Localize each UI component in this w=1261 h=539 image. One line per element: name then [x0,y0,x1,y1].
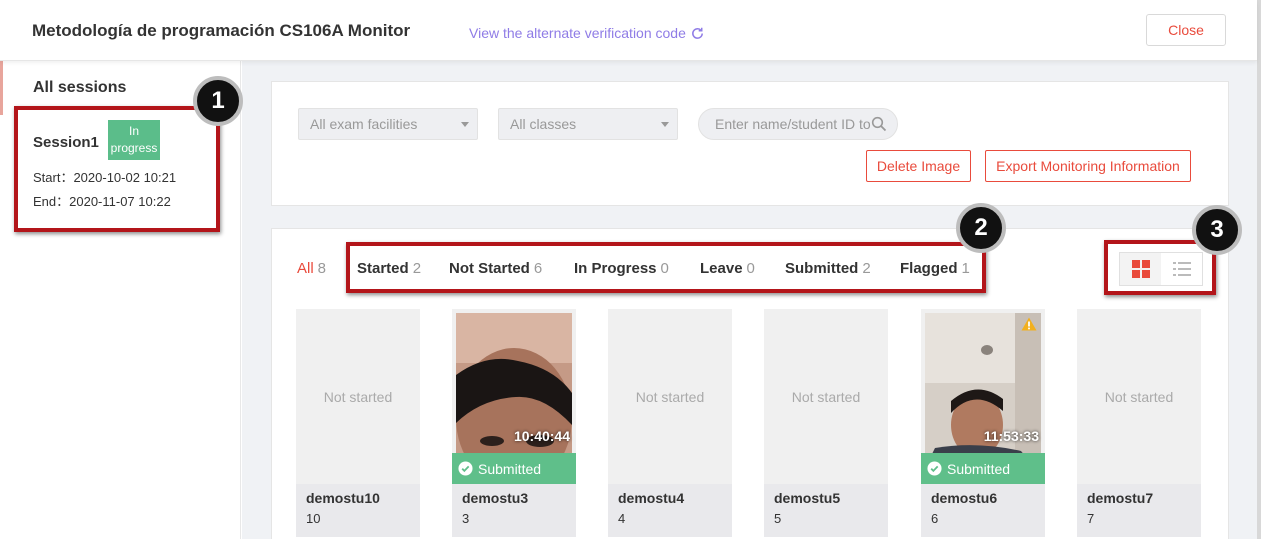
submitted-label: Submitted [947,460,1011,477]
chevron-down-icon [461,122,469,127]
filter-panel: All exam facilities All classes Delete I… [271,81,1229,206]
search-input[interactable] [699,109,875,139]
exam-facility-select[interactable]: All exam facilities [298,108,478,140]
close-button[interactable]: Close [1146,14,1226,46]
tab-not-started[interactable]: Not Started 6 [449,260,542,277]
student-card-footer: demostu4 4 [608,484,732,537]
student-name: demostu3 [462,490,529,506]
student-thumbnail: 11:53:33 Submitted [921,309,1045,484]
tab-label: Submitted [785,260,859,277]
annotation-number-1: 1 [193,76,243,126]
exam-facility-value: All exam facilities [310,116,418,132]
student-name: demostu10 [306,490,380,506]
tab-label: Started [357,260,409,277]
class-value: All classes [510,116,577,132]
grid-view-icon [1131,260,1150,278]
window-edge [1257,0,1261,539]
submitted-label: Submitted [478,460,542,477]
all-sessions-heading[interactable]: All sessions [33,79,126,97]
tab-count: 8 [317,260,327,277]
main-content: All exam facilities All classes Delete I… [242,61,1257,539]
tab-submitted[interactable]: Submitted 2 [785,260,871,277]
not-started-label: Not started [323,388,393,405]
student-card-footer: demostu10 10 [296,484,420,537]
refresh-icon [691,27,703,39]
monitor-header: Metodología de programación CS106A Monit… [0,0,1257,61]
student-card-footer: demostu5 5 [764,484,888,537]
student-name: demostu7 [1087,490,1154,506]
not-started-label: Not started [1104,388,1174,405]
snapshot-time: 11:53:33 [983,428,1039,444]
grid-view-button[interactable] [1120,253,1161,285]
student-card-footer: demostu3 3 [452,484,576,537]
student-id: 7 [1087,511,1095,526]
annotation-number-2: 2 [956,203,1006,253]
student-card[interactable]: Not started demostu4 4 [608,309,732,537]
tab-count: 2 [862,260,871,277]
student-id: 6 [931,511,939,526]
student-card[interactable]: Not started demostu5 5 [764,309,888,537]
page-title: Metodología de programación CS106A Monit… [32,21,411,40]
student-id: 3 [462,511,470,526]
student-name: demostu5 [774,490,841,506]
tab-count: 0 [660,260,669,277]
tab-all[interactable]: All 8 [297,260,326,277]
tab-label: Leave [700,260,743,277]
session-name: Session1 [33,134,99,151]
tab-count: 1 [961,260,970,277]
submitted-badge: Submitted [452,453,576,484]
student-name: demostu6 [931,490,998,506]
warning-icon [1021,317,1037,331]
student-card[interactable]: 10:40:44 Submitted demostu3 3 [452,309,576,537]
alternate-verification-link[interactable]: View the alternate verification code [469,25,705,41]
student-card-footer: demostu7 7 [1077,484,1201,537]
tab-label: Flagged [900,260,958,277]
student-id: 10 [306,511,321,526]
student-card-footer: demostu6 6 [921,484,1045,537]
list-view-icon [1172,262,1191,276]
tab-count: 6 [533,260,543,277]
tab-count: 2 [412,260,422,277]
tab-label: All [297,260,314,277]
check-circle-icon [458,461,473,476]
student-card[interactable]: 11:53:33 Submitted demostu6 6 [921,309,1045,537]
not-started-label: Not started [635,388,705,405]
tab-flagged[interactable]: Flagged 1 [900,260,970,277]
list-view-button[interactable] [1161,253,1202,285]
annotation-number-3: 3 [1192,205,1242,255]
class-select[interactable]: All classes [498,108,678,140]
tab-in-progress[interactable]: In Progress 0 [574,260,669,277]
tab-label: In Progress [574,260,657,277]
student-card[interactable]: Not started demostu7 7 [1077,309,1201,537]
session-end-time: End：2020-11-07 10:22 [33,194,171,209]
student-id: 4 [618,511,626,526]
chevron-down-icon [661,122,669,127]
view-toggle [1119,252,1203,286]
student-webcam-photo [456,313,572,468]
check-circle-icon [927,461,942,476]
tab-count: 0 [746,260,755,277]
student-search [698,108,898,140]
sessions-sidebar: All sessions Session1 In progress Start：… [0,61,241,539]
student-webcam-photo [925,313,1041,468]
tab-leave[interactable]: Leave 0 [700,260,755,277]
tab-label: Not Started [449,260,530,277]
submitted-badge: Submitted [921,453,1045,484]
search-icon[interactable] [871,116,887,132]
alternate-verification-label: View the alternate verification code [469,25,686,41]
tab-started[interactable]: Started 2 [357,260,421,277]
not-started-label: Not started [791,388,861,405]
snapshot-time: 10:40:44 [513,428,570,444]
export-monitoring-button[interactable]: Export Monitoring Information [985,150,1191,182]
student-name: demostu4 [618,490,685,506]
delete-image-button[interactable]: Delete Image [866,150,971,182]
sidebar-active-indicator [0,61,3,115]
session-start-time: Start：2020-10-02 10:21 [33,170,177,185]
student-id: 5 [774,511,782,526]
student-thumbnail: 10:40:44 Submitted [452,309,576,484]
student-card[interactable]: Not started demostu10 10 [296,309,420,537]
session-status-badge: In progress [108,120,160,160]
